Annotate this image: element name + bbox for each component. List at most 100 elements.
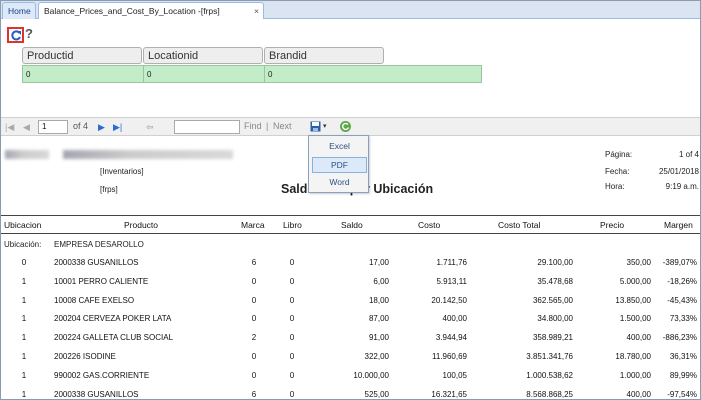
next-link[interactable]: Next xyxy=(273,121,292,131)
table-cell: 0 xyxy=(289,295,295,305)
fecha-label: Fecha: xyxy=(605,167,630,176)
table-cell: 0 xyxy=(251,276,257,286)
find-input[interactable] xyxy=(174,120,240,134)
table-row: 1 200204 CERVEZA POKER LATA 0 0 87,00 400,00 3… xyxy=(1,314,700,332)
table-cell: 200204 CERVEZA POKER LATA xyxy=(54,314,172,324)
table-cell: -45,43% xyxy=(667,295,697,305)
table-cell: 73,33% xyxy=(669,314,697,324)
report-company-code: [frps] xyxy=(100,185,118,194)
col-producto: Producto xyxy=(123,220,159,230)
refresh-report-icon[interactable] xyxy=(339,120,352,135)
table-cell: 200224 GALLETA CLUB SOCIAL xyxy=(54,333,174,343)
hora-label: Hora: xyxy=(605,182,625,191)
table-cell: 6,00 xyxy=(373,276,389,286)
table-cell: 10001 PERRO CALIENTE xyxy=(54,276,149,286)
table-cell: 0 xyxy=(289,314,295,324)
pagina-value: 1 of 4 xyxy=(678,150,699,159)
group-label: Ubicación: xyxy=(4,240,42,249)
table-row: 1 990002 GAS.CORRIENTE 0 0 10.000,00 100,05 1.… xyxy=(1,371,700,389)
export-dropdown-icon[interactable]: ▾ xyxy=(323,122,327,130)
back-icon[interactable]: ⇦ xyxy=(146,122,154,133)
table-cell: 0 xyxy=(289,276,295,286)
table-row: 1 200226 ISODINE 0 0 322,00 11.960,69 3.851.34… xyxy=(1,352,700,370)
tab-report[interactable]: Balance_Prices_and_Cost_By_Location -[fr… xyxy=(38,2,264,19)
export-word-item[interactable]: Word xyxy=(312,175,367,191)
table-cell: 3.851.341,76 xyxy=(526,352,573,361)
next-page-icon[interactable]: ▶ xyxy=(98,122,105,133)
export-icon[interactable] xyxy=(310,121,321,134)
report-window: Home Balance_Prices_and_Cost_By_Location… xyxy=(0,0,701,400)
table-cell: 11.960,69 xyxy=(432,352,467,361)
refresh-icon xyxy=(11,30,21,41)
table-top-rule xyxy=(1,215,700,216)
close-icon[interactable]: × xyxy=(254,3,259,19)
col-precio: Precio xyxy=(600,220,625,230)
table-cell: 100,05 xyxy=(442,370,467,380)
table-row: 1 10001 PERRO CALIENTE 0 0 6,00 5.913,11 35.47… xyxy=(1,277,700,295)
table-cell: 6 xyxy=(251,389,257,399)
table-cell: 5.000,00 xyxy=(619,276,651,286)
brandid-field[interactable]: 0 xyxy=(264,65,482,83)
table-row: 1 10008 CAFE EXELSO 0 0 18,00 20.142,50 362.56… xyxy=(1,296,700,314)
table-cell: 29.100,00 xyxy=(537,258,573,267)
table-cell: 362.565,00 xyxy=(532,295,573,305)
table-cell: 1.711,76 xyxy=(436,258,467,267)
table-cell: 89,99% xyxy=(669,370,697,380)
export-menu: Excel PDF Word xyxy=(308,135,369,193)
export-excel-item[interactable]: Excel xyxy=(312,139,367,155)
table-cell: 0 xyxy=(251,352,257,361)
first-page-icon[interactable]: |◀ xyxy=(5,122,14,133)
tab-home[interactable]: Home xyxy=(2,2,36,19)
col-libro: Libro xyxy=(283,220,302,230)
col-saldo: Saldo xyxy=(341,220,363,230)
table-cell: 400,00 xyxy=(626,333,651,343)
table-cell: 8.568.868,25 xyxy=(526,389,573,399)
table-cell: 350,00 xyxy=(626,258,651,267)
table-cell: 1.000,00 xyxy=(619,370,651,380)
table-cell: -97,54% xyxy=(667,389,697,399)
table-cell: 6 xyxy=(251,258,257,267)
table-cell: 2000338 GUSANILLOS xyxy=(54,258,139,267)
table-cell: -18,26% xyxy=(667,276,697,286)
table-cell: 0 xyxy=(289,370,295,380)
table-cell: 91,00 xyxy=(368,333,389,343)
brandid-label: Brandid xyxy=(264,47,384,64)
col-margen: Margen xyxy=(664,220,693,230)
tab-home-label: Home xyxy=(8,6,31,16)
table-cell: 400,00 xyxy=(442,314,467,324)
table-cell: 1 xyxy=(21,276,27,286)
table-cell: 1.000.538,62 xyxy=(526,370,573,380)
table-cell: 990002 GAS.CORRIENTE xyxy=(54,370,150,380)
table-cell: 1 xyxy=(21,314,27,324)
table-cell: 525,00 xyxy=(364,389,389,399)
table-cell: 1 xyxy=(21,370,27,380)
col-costo: Costo xyxy=(418,220,441,230)
table-cell: 0 xyxy=(21,258,27,267)
table-cell: 18,00 xyxy=(368,295,389,305)
tab-bar: Home Balance_Prices_and_Cost_By_Location… xyxy=(1,1,700,19)
productid-label: Productid xyxy=(22,47,142,64)
table-cell: 0 xyxy=(289,333,295,343)
table-cell: 400,00 xyxy=(626,389,651,399)
table-cell: 10008 CAFE EXELSO xyxy=(54,295,135,305)
table-cell: 87,00 xyxy=(368,314,389,324)
table-cell: 1 xyxy=(21,295,27,305)
table-cell: 17,00 xyxy=(368,258,389,267)
pagina-label: Página: xyxy=(605,150,633,159)
previous-page-icon[interactable]: ◀ xyxy=(23,122,30,133)
refresh-button[interactable] xyxy=(7,27,24,43)
col-ubicacion: Ubicacion xyxy=(4,220,42,230)
table-cell: 3.944,94 xyxy=(435,333,467,343)
table-cell: 2 xyxy=(251,333,257,343)
table-cell: 2000338 GUSANILLOS xyxy=(54,389,139,399)
find-link[interactable]: Find xyxy=(244,121,262,131)
help-icon[interactable]: ? xyxy=(25,26,33,41)
page-number-input[interactable]: 1 xyxy=(38,120,68,134)
export-pdf-item[interactable]: PDF xyxy=(312,157,367,173)
table-cell: 35.478,68 xyxy=(537,276,573,286)
find-separator: | xyxy=(266,121,269,131)
report-toolbar: |◀ ◀ 1 of 4 ▶ ▶| ⇦ Find | Next ▾ xyxy=(1,117,700,136)
company-logo xyxy=(5,150,49,159)
table-cell: 5.913,11 xyxy=(436,276,467,286)
last-page-icon[interactable]: ▶| xyxy=(113,122,122,133)
